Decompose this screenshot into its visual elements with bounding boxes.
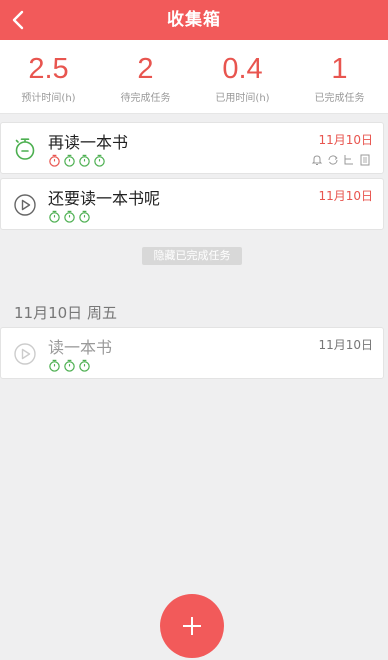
repeat-icon [328,155,338,165]
stat-label: 已用时间(h) [215,93,270,104]
completed-task-card[interactable]: 读一本书 11月10日 [0,327,384,379]
stats-bar: 2.5 预计时间(h) 2 待完成任务 0.4 已用时间(h) 1 已完成任务 [0,40,388,114]
subtask-icon [344,155,353,165]
stat-estimated-time: 2.5 预计时间(h) [0,40,97,113]
pomodoro-icon [79,154,90,167]
task-card[interactable]: 还要读一本书呢 11月10日 [0,178,384,230]
task-due-date: 11月10日 [318,189,373,203]
pomodoro-counter [48,154,106,167]
task-card[interactable]: 再读一本书 11月10日 [0,122,384,174]
task-title: 再读一本书 [48,133,129,152]
play-icon[interactable] [13,342,37,366]
task-due-date: 11月10日 [318,133,373,147]
task-title: 还要读一本书呢 [48,189,161,208]
stat-value: 2 [137,53,154,85]
pomodoro-icon [79,359,90,372]
stat-value: 0.4 [222,53,263,85]
pomodoro-icon [49,154,60,167]
page-title: 收集箱 [167,10,221,30]
task-attribute-icons [311,154,371,166]
task-title: 读一本书 [48,338,113,357]
header: 收集箱 [0,0,388,40]
completed-section-date: 11月10日 周五 [14,304,117,322]
stat-pending-tasks: 2 待完成任务 [97,40,194,113]
pomodoro-icon [49,210,60,223]
task-due-date: 11月10日 [318,338,373,352]
note-icon [360,154,370,166]
add-task-button[interactable] [160,594,224,658]
pomodoro-counter [48,359,91,372]
bell-icon [311,155,323,165]
pomodoro-icon [79,210,90,223]
stat-label: 待完成任务 [120,93,171,104]
stat-completed-tasks: 1 已完成任务 [291,40,388,113]
hide-completed-button[interactable]: 隐藏已完成任务 [142,247,242,265]
pomodoro-icon [64,154,75,167]
pomodoro-icon [64,359,75,372]
plus-icon [183,617,201,635]
pomodoro-icon [64,210,75,223]
stat-label: 已完成任务 [314,93,365,104]
stat-label: 预计时间(h) [21,93,76,104]
pomodoro-counter [48,210,91,223]
stat-value: 2.5 [28,53,69,85]
stat-value: 1 [331,53,348,85]
stat-used-time: 0.4 已用时间(h) [194,40,291,113]
pomodoro-icon [94,154,105,167]
play-icon[interactable] [13,193,37,217]
pomodoro-icon [49,359,60,372]
stopwatch-icon[interactable] [13,137,37,161]
